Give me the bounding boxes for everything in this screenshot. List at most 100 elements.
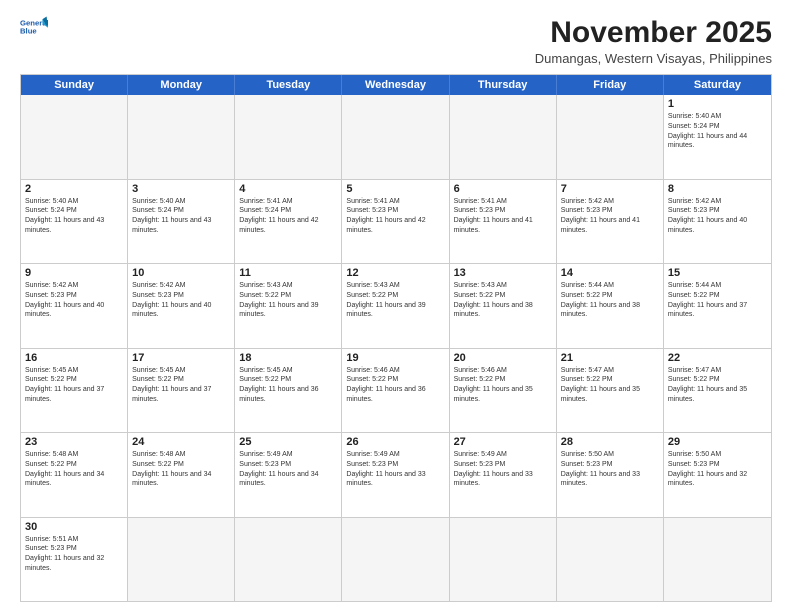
day-cell-25: 25Sunrise: 5:49 AMSunset: 5:23 PMDayligh…	[235, 433, 342, 517]
cell-info: Sunrise: 5:45 AMSunset: 5:22 PMDaylight:…	[239, 366, 337, 405]
day-header-friday: Friday	[557, 75, 664, 95]
cell-info: Sunrise: 5:50 AMSunset: 5:23 PMDaylight:…	[561, 450, 659, 489]
cell-info: Sunrise: 5:46 AMSunset: 5:22 PMDaylight:…	[346, 366, 444, 405]
cell-info: Sunrise: 5:48 AMSunset: 5:22 PMDaylight:…	[25, 450, 123, 489]
day-number: 10	[132, 267, 230, 279]
day-number: 23	[25, 436, 123, 448]
calendar-row-1: 2 Sunrise: 5:40 AMSunset: 5:24 PMDaylight…	[21, 180, 771, 265]
day-header-monday: Monday	[128, 75, 235, 95]
day-cell-24: 24 Sunrise: 5:48 AMSunset: 5:22 PMDayligh…	[128, 433, 235, 517]
day-cell-20: 20 Sunrise: 5:46 AMSunset: 5:22 PMDayligh…	[450, 349, 557, 433]
day-number: 15	[668, 267, 767, 279]
day-cell-27: 27 Sunrise: 5:49 AMSunset: 5:23 PMDayligh…	[450, 433, 557, 517]
day-cell-6: 6 Sunrise: 5:41 AMSunset: 5:23 PMDaylight…	[450, 180, 557, 264]
cell-info: Sunrise: 5:40 AMSunset: 5:24 PMDaylight:…	[132, 197, 230, 236]
cell-info: Sunrise: 5:42 AMSunset: 5:23 PMDaylight:…	[668, 197, 767, 236]
day-number: 26	[346, 436, 444, 448]
day-number: 29	[668, 436, 767, 448]
cell-info: Sunrise: 5:41 AMSunset: 5:23 PMDaylight:…	[454, 197, 552, 236]
cell-info: Sunrise: 5:42 AMSunset: 5:23 PMDaylight:…	[132, 281, 230, 320]
calendar-row-2: 9 Sunrise: 5:42 AMSunset: 5:23 PMDaylight…	[21, 264, 771, 349]
calendar-row-0: 1Sunrise: 5:40 AMSunset: 5:24 PMDaylight…	[21, 95, 771, 180]
day-number: 17	[132, 352, 230, 364]
day-cell-1: 1Sunrise: 5:40 AMSunset: 5:24 PMDaylight…	[664, 95, 771, 179]
cell-info: Sunrise: 5:51 AMSunset: 5:23 PMDaylight:…	[25, 535, 123, 574]
day-number: 3	[132, 183, 230, 195]
day-cell-11: 11 Sunrise: 5:43 AMSunset: 5:22 PMDayligh…	[235, 264, 342, 348]
day-number: 24	[132, 436, 230, 448]
cell-info: Sunrise: 5:49 AMSunset: 5:23 PMDaylight:…	[454, 450, 552, 489]
day-number: 7	[561, 183, 659, 195]
day-number: 19	[346, 352, 444, 364]
cell-info: Sunrise: 5:41 AMSunset: 5:23 PMDaylight:…	[346, 197, 444, 236]
day-number: 5	[346, 183, 444, 195]
cell-info: Sunrise: 5:48 AMSunset: 5:22 PMDaylight:…	[132, 450, 230, 489]
day-cell-2: 2 Sunrise: 5:40 AMSunset: 5:24 PMDaylight…	[21, 180, 128, 264]
day-number: 2	[25, 183, 123, 195]
day-header-wednesday: Wednesday	[342, 75, 449, 95]
day-header-tuesday: Tuesday	[235, 75, 342, 95]
empty-cell	[235, 518, 342, 602]
day-cell-18: 18 Sunrise: 5:45 AMSunset: 5:22 PMDayligh…	[235, 349, 342, 433]
day-cell-12: 12Sunrise: 5:43 AMSunset: 5:22 PMDayligh…	[342, 264, 449, 348]
day-cell-23: 23 Sunrise: 5:48 AMSunset: 5:22 PMDayligh…	[21, 433, 128, 517]
cell-info: Sunrise: 5:46 AMSunset: 5:22 PMDaylight:…	[454, 366, 552, 405]
empty-cell	[450, 95, 557, 179]
title-block: November 2025 Dumangas, Western Visayas,…	[535, 16, 772, 66]
empty-cell	[235, 95, 342, 179]
generalblue-logo-icon: General Blue	[20, 16, 48, 38]
cell-info: Sunrise: 5:50 AMSunset: 5:23 PMDaylight:…	[668, 450, 767, 489]
day-cell-30: 30Sunrise: 5:51 AMSunset: 5:23 PMDayligh…	[21, 518, 128, 602]
day-number: 11	[239, 267, 337, 279]
day-number: 16	[25, 352, 123, 364]
day-cell-9: 9Sunrise: 5:42 AMSunset: 5:23 PMDaylight…	[21, 264, 128, 348]
day-cell-26: 26 Sunrise: 5:49 AMSunset: 5:23 PMDayligh…	[342, 433, 449, 517]
svg-text:Blue: Blue	[20, 26, 37, 35]
day-header-sunday: Sunday	[21, 75, 128, 95]
day-number: 6	[454, 183, 552, 195]
cell-info: Sunrise: 5:45 AMSunset: 5:22 PMDaylight:…	[25, 366, 123, 405]
cell-info: Sunrise: 5:49 AMSunset: 5:23 PMDaylight:…	[239, 450, 337, 489]
calendar-row-4: 23 Sunrise: 5:48 AMSunset: 5:22 PMDayligh…	[21, 433, 771, 518]
day-cell-7: 7Sunrise: 5:42 AMSunset: 5:23 PMDaylight…	[557, 180, 664, 264]
day-cell-22: 22Sunrise: 5:47 AMSunset: 5:22 PMDayligh…	[664, 349, 771, 433]
day-header-thursday: Thursday	[450, 75, 557, 95]
empty-cell	[450, 518, 557, 602]
day-number: 20	[454, 352, 552, 364]
day-cell-13: 13 Sunrise: 5:43 AMSunset: 5:22 PMDayligh…	[450, 264, 557, 348]
calendar-header: SundayMondayTuesdayWednesdayThursdayFrid…	[21, 75, 771, 95]
day-cell-28: 28Sunrise: 5:50 AMSunset: 5:23 PMDayligh…	[557, 433, 664, 517]
day-number: 8	[668, 183, 767, 195]
day-cell-3: 3 Sunrise: 5:40 AMSunset: 5:24 PMDaylight…	[128, 180, 235, 264]
day-cell-10: 10 Sunrise: 5:42 AMSunset: 5:23 PMDayligh…	[128, 264, 235, 348]
calendar-row-3: 16 Sunrise: 5:45 AMSunset: 5:22 PMDayligh…	[21, 349, 771, 434]
cell-info: Sunrise: 5:44 AMSunset: 5:22 PMDaylight:…	[668, 281, 767, 320]
empty-cell	[21, 95, 128, 179]
empty-cell	[342, 95, 449, 179]
day-number: 1	[668, 98, 767, 110]
day-number: 4	[239, 183, 337, 195]
day-number: 27	[454, 436, 552, 448]
cell-info: Sunrise: 5:40 AMSunset: 5:24 PMDaylight:…	[25, 197, 123, 236]
day-cell-15: 15 Sunrise: 5:44 AMSunset: 5:22 PMDayligh…	[664, 264, 771, 348]
header: General Blue November 2025 Dumangas, Wes…	[20, 16, 772, 66]
empty-cell	[128, 95, 235, 179]
calendar-row-5: 30Sunrise: 5:51 AMSunset: 5:23 PMDayligh…	[21, 518, 771, 602]
day-cell-19: 19 Sunrise: 5:46 AMSunset: 5:22 PMDayligh…	[342, 349, 449, 433]
day-number: 14	[561, 267, 659, 279]
cell-info: Sunrise: 5:49 AMSunset: 5:23 PMDaylight:…	[346, 450, 444, 489]
empty-cell	[664, 518, 771, 602]
day-cell-8: 8 Sunrise: 5:42 AMSunset: 5:23 PMDaylight…	[664, 180, 771, 264]
day-number: 12	[346, 267, 444, 279]
cell-info: Sunrise: 5:44 AMSunset: 5:22 PMDaylight:…	[561, 281, 659, 320]
cell-info: Sunrise: 5:43 AMSunset: 5:22 PMDaylight:…	[454, 281, 552, 320]
cell-info: Sunrise: 5:43 AMSunset: 5:22 PMDaylight:…	[239, 281, 337, 320]
cell-info: Sunrise: 5:41 AMSunset: 5:24 PMDaylight:…	[239, 197, 337, 236]
day-number: 13	[454, 267, 552, 279]
empty-cell	[557, 518, 664, 602]
calendar-body: 1 Sunrise: 5:40 AMSunset: 5:24 PMDaylight…	[21, 95, 771, 601]
day-cell-21: 21Sunrise: 5:47 AMSunset: 5:22 PMDayligh…	[557, 349, 664, 433]
day-number: 18	[239, 352, 337, 364]
day-cell-16: 16 Sunrise: 5:45 AMSunset: 5:22 PMDayligh…	[21, 349, 128, 433]
day-number: 9	[25, 267, 123, 279]
